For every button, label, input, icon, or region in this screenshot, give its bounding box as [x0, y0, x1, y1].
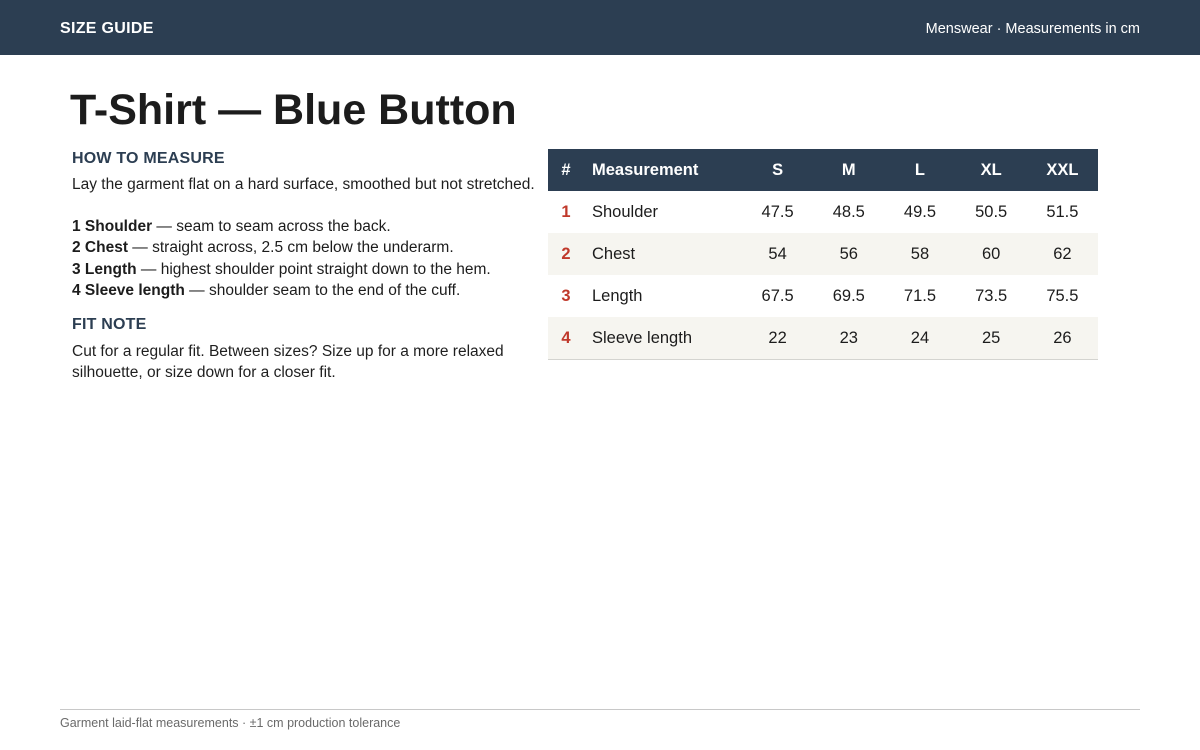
measurement-name: Length — [592, 286, 643, 305]
measure-step: 3 Length — highest shoulder point straig… — [72, 259, 542, 280]
size-value: 56 — [839, 244, 858, 263]
column-header: XXL — [1046, 160, 1079, 179]
column-header: XL — [980, 160, 1002, 179]
size-value: 23 — [839, 328, 858, 347]
size-value: 69.5 — [832, 286, 865, 305]
footer-divider — [60, 709, 1140, 710]
measure-instructions: HOW TO MEASURE Lay the garment flat on a… — [72, 150, 542, 383]
measurement-name: Shoulder — [592, 202, 659, 221]
column-header: Measurement — [592, 160, 699, 179]
row-number: 2 — [561, 244, 571, 263]
how-to-measure-heading: HOW TO MEASURE — [72, 150, 225, 167]
size-value: 48.5 — [832, 202, 865, 221]
size-value: 73.5 — [975, 286, 1008, 305]
row-number: 3 — [561, 286, 571, 305]
how-to-measure-intro: Lay the garment flat on a hard surface, … — [72, 176, 535, 193]
table-row: 2 Chest 54 56 58 60 62 — [548, 233, 1098, 275]
footer-note: Garment laid-flat measurements · ±1 cm p… — [60, 716, 401, 730]
table-header-row: # Measurement S M L XL XXL — [548, 149, 1098, 191]
table-row: 1 Shoulder 47.5 48.5 49.5 50.5 51.5 — [548, 191, 1098, 233]
header-meta: Menswear · Measurements in cm — [925, 21, 1140, 37]
size-value: 54 — [768, 244, 787, 263]
size-value: 24 — [910, 328, 930, 347]
column-header: S — [772, 160, 784, 179]
measure-steps: 1 Shoulder — seam to seam across the bac… — [72, 216, 542, 301]
size-table: # Measurement S M L XL XXL 1 Shoulder 47… — [548, 149, 1098, 360]
measure-step: 4 Sleeve length — shoulder seam to the e… — [72, 280, 542, 301]
size-value: 62 — [1053, 244, 1072, 263]
app-title: SIZE GUIDE — [60, 20, 154, 37]
size-value: 49.5 — [903, 202, 937, 221]
column-header: # — [561, 160, 571, 179]
table-row: 4 Sleeve length 22 23 24 25 26 — [548, 317, 1098, 360]
row-number: 1 — [561, 202, 571, 221]
step-text: — shoulder seam to the end of the cuff. — [184, 281, 461, 299]
size-value: 60 — [981, 244, 1001, 263]
size-value: 75.5 — [1046, 286, 1079, 305]
size-value: 50.5 — [975, 202, 1008, 221]
step-label: 3 Length — [72, 260, 137, 278]
size-value: 67.5 — [761, 286, 794, 305]
step-text: — seam to seam across the back. — [152, 218, 391, 235]
step-label: 4 Sleeve length — [72, 281, 185, 299]
page-title: T-Shirt — Blue Button — [70, 86, 517, 134]
size-value: 58 — [910, 244, 930, 263]
fit-note-text: Cut for a regular fit. Between sizes? Si… — [72, 343, 504, 382]
table-row: 3 Length 67.5 69.5 71.5 73.5 75.5 — [548, 275, 1098, 317]
fit-note-heading: FIT NOTE — [72, 316, 147, 334]
size-value: 26 — [1053, 328, 1072, 347]
step-text: — highest shoulder point straight down t… — [136, 260, 491, 278]
measure-step: 2 Chest — straight across, 2.5 cm below … — [72, 237, 542, 258]
size-value: 47.5 — [761, 202, 794, 221]
measure-step: 1 Shoulder — seam to seam across the bac… — [72, 216, 542, 237]
top-bar: SIZE GUIDE Menswear · Measurements in cm — [0, 0, 1200, 55]
step-label: 1 Shoulder — [72, 218, 153, 235]
measurement-name: Chest — [592, 244, 636, 263]
step-text: — straight across, 2.5 cm below the unde… — [128, 239, 454, 257]
column-header: M — [841, 160, 856, 179]
size-value: 22 — [768, 328, 787, 347]
step-label: 2 Chest — [72, 239, 128, 257]
measurement-name: Sleeve length — [592, 328, 692, 347]
size-value: 71.5 — [903, 286, 937, 305]
size-value: 25 — [981, 328, 1001, 347]
size-value: 51.5 — [1046, 202, 1079, 221]
column-header: L — [914, 160, 926, 179]
row-number: 4 — [561, 328, 571, 347]
